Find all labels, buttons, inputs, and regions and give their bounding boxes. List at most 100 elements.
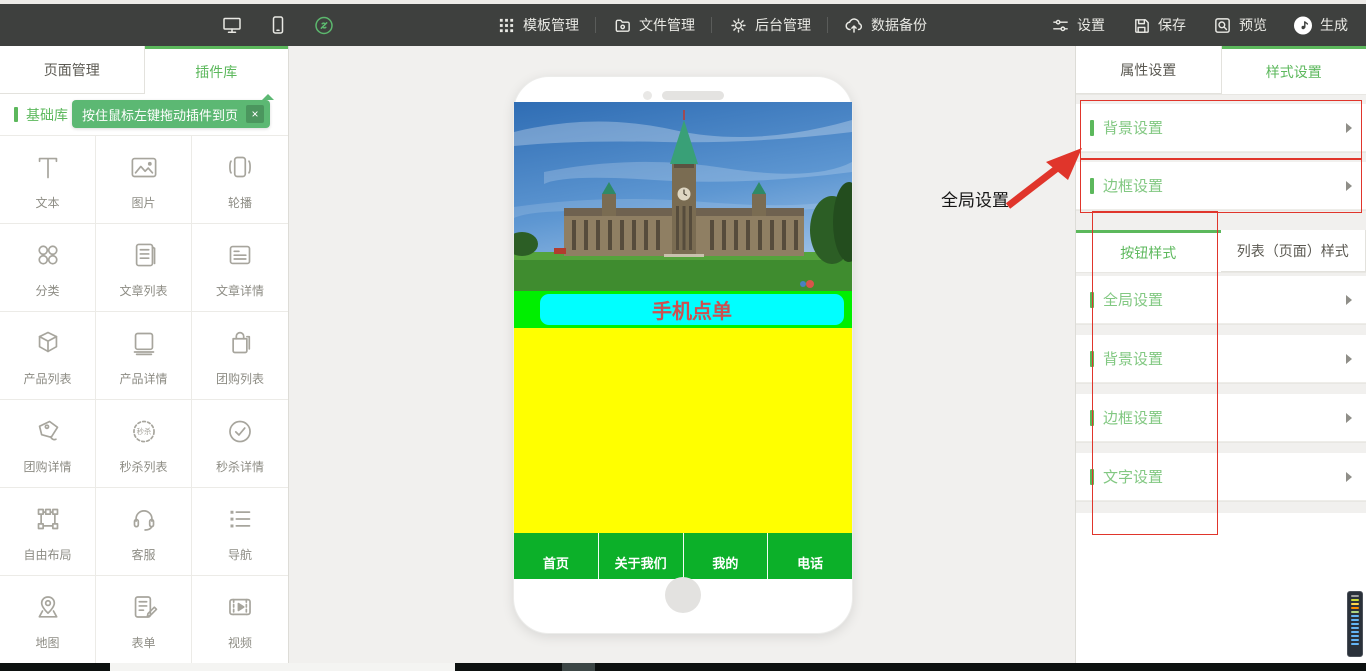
annotation-arrow <box>998 140 1088 212</box>
product-list-icon <box>29 324 67 362</box>
separator <box>711 17 712 33</box>
plugin-product-detail[interactable]: 产品详情 <box>96 312 192 400</box>
gap <box>1076 501 1366 513</box>
editor-canvas[interactable]: 手机点单 首页 关于我们 我的 电话 <box>290 46 1075 663</box>
green-bar <box>1090 292 1094 308</box>
gap <box>1076 324 1366 335</box>
plugin-customer-service[interactable]: 客服 <box>96 488 192 576</box>
accordion-border-settings[interactable]: 边框设置 <box>1076 162 1366 210</box>
content-placeholder-block[interactable] <box>514 328 852 533</box>
tooltip-close-icon[interactable]: × <box>246 105 264 123</box>
menu-file-manage[interactable]: 文件管理 <box>612 15 695 35</box>
plugin-form[interactable]: 表单 <box>96 576 192 664</box>
map-pin-icon <box>29 588 67 626</box>
edge-extension-widget[interactable] <box>1347 591 1363 657</box>
plugin-map[interactable]: 地图 <box>0 576 96 664</box>
hero-image[interactable] <box>514 102 852 291</box>
camera-dot <box>643 91 652 100</box>
gap <box>1076 152 1366 162</box>
carousel-icon <box>221 148 259 186</box>
plugin-category[interactable]: 分类 <box>0 224 96 312</box>
plugin-free-layout[interactable]: 自由布局 <box>0 488 96 576</box>
menu-template-manage[interactable]: 模板管理 <box>496 15 579 35</box>
accordion-button-background-settings[interactable]: 背景设置 <box>1076 335 1366 383</box>
tab-plugin-library[interactable]: 插件库 <box>145 46 289 94</box>
mobile-preview-icon[interactable] <box>268 15 288 35</box>
sliders-icon <box>1050 15 1070 35</box>
svg-text:秒杀: 秒杀 <box>136 427 151 436</box>
nav-home[interactable]: 首页 <box>514 533 599 579</box>
phone-home-button <box>665 577 701 613</box>
action-label: 保存 <box>1158 15 1186 35</box>
green-bar <box>1090 469 1094 485</box>
plugin-seckill-detail[interactable]: 秒杀详情 <box>192 400 288 488</box>
nav-about[interactable]: 关于我们 <box>599 533 684 579</box>
plugin-article-detail[interactable]: 文章详情 <box>192 224 288 312</box>
chevron-right-icon <box>1346 354 1352 364</box>
menu-label: 后台管理 <box>755 15 811 35</box>
plugin-carousel[interactable]: 轮播 <box>192 136 288 224</box>
plugin-seckill-list[interactable]: 秒杀 秒杀列表 <box>96 400 192 488</box>
plugin-image[interactable]: 图片 <box>96 136 192 224</box>
tab-list-page-style[interactable]: 列表（页面）样式 <box>1221 230 1366 272</box>
gap <box>1076 383 1366 394</box>
save-button[interactable]: 保存 <box>1131 15 1186 35</box>
tab-button-style[interactable]: 按钮样式 <box>1076 230 1221 272</box>
text-icon <box>29 148 67 186</box>
accordion-text-settings[interactable]: 文字设置 <box>1076 453 1366 501</box>
nav-phone[interactable]: 电话 <box>768 533 852 579</box>
generate-note-icon <box>1293 15 1313 35</box>
phone-bottom-nav: 首页 关于我们 我的 电话 <box>514 533 852 579</box>
link-icon[interactable] <box>314 15 334 35</box>
plugin-grid: 文本 图片 轮播 分类 文章列表 文章详情 <box>0 135 288 664</box>
settings-button[interactable]: 设置 <box>1050 15 1105 35</box>
topbar-actions: 设置 保存 预览 生成 <box>1024 4 1348 46</box>
menu-label: 文件管理 <box>639 15 695 35</box>
settings-tabs: 属性设置 样式设置 <box>1076 46 1366 94</box>
chevron-right-icon <box>1346 472 1352 482</box>
preview-button[interactable]: 预览 <box>1212 15 1267 35</box>
plugin-article-list[interactable]: 文章列表 <box>96 224 192 312</box>
tab-page-manage[interactable]: 页面管理 <box>0 46 145 94</box>
banner-strip[interactable]: 手机点单 <box>514 291 852 328</box>
tab-property-settings[interactable]: 属性设置 <box>1076 46 1222 94</box>
nav-mine[interactable]: 我的 <box>684 533 769 579</box>
topbar-menu: 模板管理 文件管理 后台管理 数据备份 <box>496 4 927 46</box>
parliament-photo-illustration <box>514 102 852 291</box>
plugin-groupbuy-detail[interactable]: 团购详情 <box>0 400 96 488</box>
plugin-sidebar: 页面管理 插件库 基础库 文本 图片 轮播 分类 <box>0 46 289 663</box>
plugin-navigation[interactable]: 导航 <box>192 488 288 576</box>
chevron-right-icon <box>1346 413 1352 423</box>
phone-speaker <box>514 89 852 101</box>
order-button[interactable]: 手机点单 <box>540 294 844 325</box>
plugin-text[interactable]: 文本 <box>0 136 96 224</box>
action-label: 设置 <box>1077 15 1105 35</box>
sidebar-tabs: 页面管理 插件库 <box>0 46 288 94</box>
accordion-global-settings[interactable]: 全局设置 <box>1076 276 1366 324</box>
preview-magnifier-icon <box>1212 15 1232 35</box>
separator <box>595 17 596 33</box>
desktop-preview-icon[interactable] <box>222 15 242 35</box>
chevron-right-icon <box>1346 181 1352 191</box>
horizontal-scrollbar-thumb[interactable] <box>110 663 455 671</box>
category-icon <box>29 236 67 274</box>
tab-style-settings[interactable]: 样式设置 <box>1222 46 1366 94</box>
plugin-video[interactable]: 视频 <box>192 576 288 664</box>
nav-list-icon <box>221 500 259 538</box>
style-sub-tabs: 按钮样式 列表（页面）样式 <box>1076 230 1366 272</box>
plugin-product-list[interactable]: 产品列表 <box>0 312 96 400</box>
free-layout-icon <box>29 500 67 538</box>
form-icon <box>125 588 163 626</box>
accordion-button-border-settings[interactable]: 边框设置 <box>1076 394 1366 442</box>
bottom-scrollbar-track <box>0 663 1366 671</box>
accordion-background-settings[interactable]: 背景设置 <box>1076 104 1366 152</box>
action-label: 预览 <box>1239 15 1267 35</box>
menu-data-backup[interactable]: 数据备份 <box>844 15 927 35</box>
seckill-detail-icon <box>221 412 259 450</box>
scrollbar-segment <box>562 663 595 671</box>
generate-button[interactable]: 生成 <box>1293 15 1348 35</box>
gear-icon <box>728 15 748 35</box>
plugin-groupbuy-list[interactable]: 团购列表 <box>192 312 288 400</box>
menu-backend-manage[interactable]: 后台管理 <box>728 15 811 35</box>
device-toggle-group <box>222 4 334 46</box>
